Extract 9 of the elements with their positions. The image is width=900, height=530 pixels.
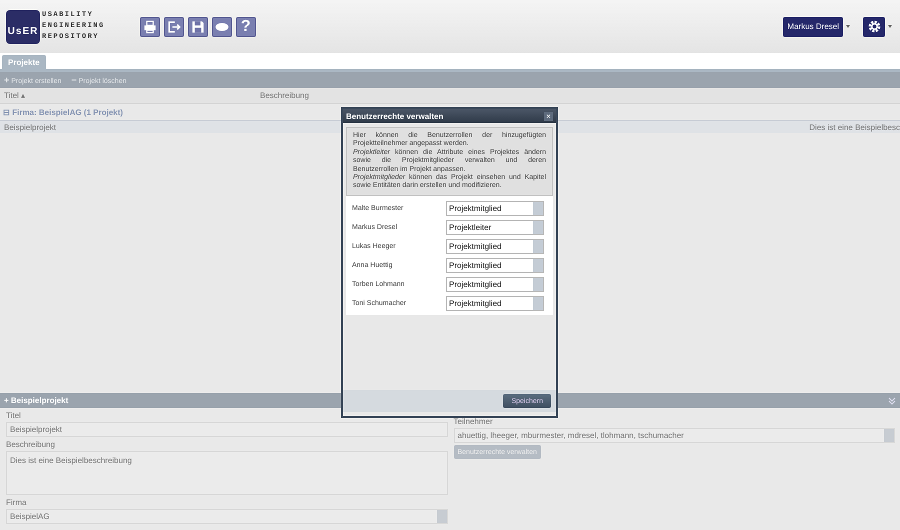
field-label: Titel — [6, 410, 22, 422]
field-label: Beschreibung — [6, 439, 56, 451]
table-cell: Dies ist eine Beispielbesc — [809, 122, 900, 132]
table-cell-text: Beispielprojekt — [3, 122, 58, 132]
panel-title: + Beispielprojekt — [4, 396, 68, 405]
dialog-title: Benutzerrechte verwalten — [346, 112, 444, 120]
field-label: Teilnehmer — [454, 416, 494, 428]
logo-mark: UsER — [6, 10, 40, 44]
field-label: Firma — [6, 497, 28, 509]
